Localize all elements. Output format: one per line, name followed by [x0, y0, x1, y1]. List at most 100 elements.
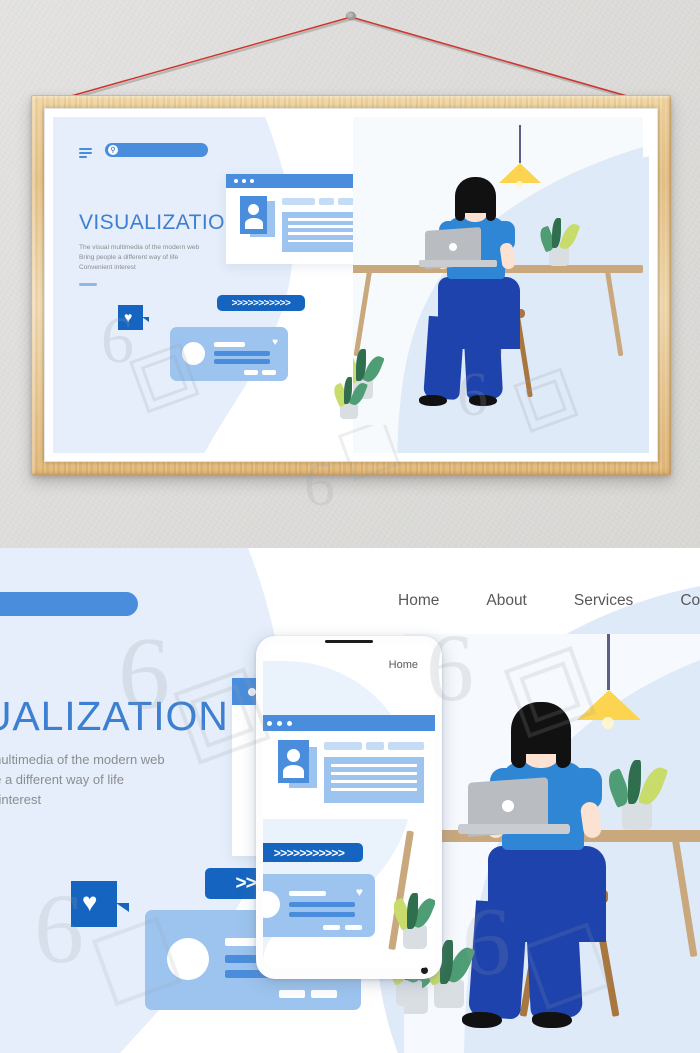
chat-button[interactable]: [244, 370, 258, 375]
chat-line: [214, 359, 270, 364]
lamp-bulb: [602, 717, 614, 729]
nav-item-contactus[interactable]: Cont: [680, 592, 700, 610]
person-hair-side: [511, 728, 526, 768]
nav-item-about[interactable]: About: [486, 592, 527, 610]
lamp-bulb: [516, 181, 523, 188]
chat-message-card: ♥: [263, 874, 375, 937]
content-chip: [282, 198, 315, 205]
phone-mockup[interactable]: Home >>>>>>>>>>> ♥: [256, 636, 442, 979]
chat-button[interactable]: [279, 990, 305, 998]
chat-line: [214, 351, 270, 356]
lamp-shade: [577, 690, 641, 720]
heart-icon: ♥: [82, 887, 98, 917]
heart-icon: ♥: [124, 308, 133, 325]
chat-button[interactable]: [311, 990, 337, 998]
picture-frame: ⚲ Home About Services ContactUs VISUALIZ…: [31, 95, 671, 475]
person-hair-side: [556, 728, 571, 768]
content-chip: [366, 742, 384, 750]
hero-subcopy: The visual multimedia of the modern web …: [79, 243, 199, 274]
circle-avatar-icon: [182, 342, 205, 365]
chevron-progress-bar: >>>>>>>>>>>: [263, 843, 363, 862]
chevron-glyphs: >>>>>>>>>>>: [273, 845, 345, 860]
search-input[interactable]: ⚲: [0, 592, 138, 616]
chat-message-card: ♥: [170, 327, 288, 381]
circle-avatar-icon: [167, 938, 209, 980]
content-text-block: [324, 757, 424, 803]
circle-avatar-icon: [263, 891, 280, 918]
bubble-tail: [116, 903, 129, 912]
person-leg-front: [468, 900, 528, 1020]
chat-button[interactable]: [323, 925, 340, 930]
subcopy-line-3: Convenient interest: [79, 264, 136, 272]
browser-window-card: [263, 715, 435, 819]
nav-item-services[interactable]: Services: [574, 592, 633, 610]
person-shoe: [462, 1012, 502, 1028]
pendant-lamp-icon: [519, 125, 521, 163]
person-hair-side: [455, 195, 465, 221]
person-leg-back: [462, 316, 504, 400]
potted-plant-icon: [396, 980, 422, 1006]
hero-rule: [79, 283, 97, 286]
user-avatar-icon: [278, 740, 309, 783]
potted-plant-icon: [549, 247, 569, 266]
heart-speech-bubble: ♥: [71, 881, 129, 927]
laptop-logo-dot: [449, 243, 457, 251]
person-leg-back: [525, 900, 583, 1020]
heart-speech-bubble: ♥: [118, 305, 149, 330]
person-shoe: [419, 395, 447, 406]
chat-button[interactable]: [262, 370, 276, 375]
chevron-glyphs: >>>>>>>>>>>: [231, 297, 291, 309]
browser-dot: [267, 720, 272, 726]
chat-line: [289, 891, 326, 896]
poster-artwork: ⚲ Home About Services ContactUs VISUALIZ…: [53, 117, 649, 453]
frame-mat: ⚲ Home About Services ContactUs VISUALIZ…: [44, 108, 658, 462]
browser-dot: [277, 720, 282, 726]
chat-line: [289, 912, 355, 917]
browser-title-bar: [263, 715, 435, 731]
search-icon: ⚲: [108, 145, 118, 155]
person-shoe: [469, 395, 497, 406]
lamp-shade: [499, 163, 541, 183]
browser-dot: [234, 179, 238, 183]
chat-line: [289, 902, 355, 907]
phone-home-label[interactable]: Home: [389, 659, 418, 671]
person-hair-side: [486, 195, 496, 221]
woman-working-at-desk: [353, 117, 643, 453]
subcopy-line-1: The visual multimedia of the modern web: [79, 244, 200, 251]
subcopy-line-2: Bring people a different way of life: [79, 254, 179, 262]
laptop-base: [458, 824, 570, 834]
content-chip: [324, 742, 362, 750]
heart-icon: ♥: [272, 337, 278, 348]
person-shoe: [532, 1012, 572, 1028]
content-chip: [319, 198, 334, 205]
browser-dot: [250, 179, 254, 183]
subcopy-line-3: nt interest: [0, 792, 42, 808]
menu-icon[interactable]: [79, 148, 92, 158]
browser-dot: [242, 179, 246, 183]
bubble-tail: [142, 317, 149, 322]
pendant-lamp-icon: [607, 634, 610, 690]
chevron-progress-bar: >>>>>>>>>>>: [217, 295, 305, 311]
page-title: VISUALIZATION: [79, 211, 241, 234]
search-input[interactable]: ⚲: [105, 143, 208, 157]
chat-button[interactable]: [345, 925, 362, 930]
laptop-base: [419, 260, 497, 267]
browser-dot: [287, 720, 292, 726]
potted-plant-icon: [622, 802, 652, 830]
laptop-logo-dot: [502, 800, 514, 812]
phone-camera-dot: [421, 967, 428, 974]
browser-dot: [248, 687, 256, 696]
page-title: UALIZATION: [0, 693, 229, 739]
content-chip: [388, 742, 424, 750]
chat-line: [214, 342, 245, 347]
nav-item-home[interactable]: Home: [398, 592, 439, 610]
wall-background: ⚲ Home About Services ContactUs VISUALIZ…: [0, 0, 700, 548]
phone-screen[interactable]: Home >>>>>>>>>>> ♥: [263, 643, 435, 968]
user-avatar-icon: [240, 196, 267, 234]
potted-plant-icon: [434, 980, 464, 1008]
person-leg-front: [423, 315, 465, 401]
zoom-subcopy: l multimedia of the modern web ple a dif…: [0, 750, 165, 810]
subcopy-line-2: ple a different way of life: [0, 772, 124, 788]
zoom-nav: Home About Services Cont: [398, 592, 700, 610]
zoomed-detail-panel: ⚲ Home About Services Cont UALIZATION l …: [0, 548, 700, 1053]
